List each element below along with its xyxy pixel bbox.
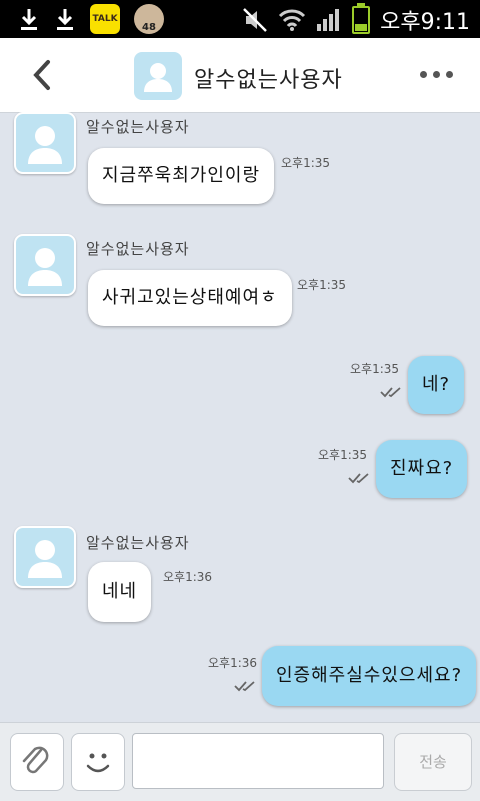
person-icon <box>28 248 62 286</box>
talk-badge-label: TALK <box>92 14 118 24</box>
message-time: 오후1:35 <box>318 448 368 462</box>
message-time: 오후1:35 <box>281 156 331 170</box>
sender-avatar[interactable] <box>14 526 76 588</box>
sender-name: 알수없는사용자 <box>86 534 190 552</box>
sender-name: 알수없는사용자 <box>86 240 190 258</box>
wifi-icon <box>279 9 306 31</box>
outgoing-message-bubble[interactable]: 진짜요? <box>376 440 468 498</box>
double-check-icon <box>348 473 369 484</box>
sender-avatar[interactable] <box>14 234 76 296</box>
send-button[interactable]: 전송 <box>394 733 472 791</box>
person-icon <box>28 126 62 164</box>
smiley-icon <box>86 753 110 773</box>
status-time: 오후9:11 <box>380 10 470 35</box>
message-time: 오후1:36 <box>163 570 213 584</box>
person-icon <box>144 63 172 92</box>
outgoing-message-bubble[interactable]: 인증해주실수있으세요? <box>262 646 477 706</box>
notification-badge: 48 <box>142 22 156 33</box>
incoming-message-bubble[interactable]: 네네 <box>88 562 152 622</box>
signal-icon <box>317 9 340 31</box>
sender-avatar[interactable] <box>14 112 76 174</box>
kakaotalk-icon: TALK <box>90 4 120 34</box>
message-input[interactable] <box>132 733 384 789</box>
message-list[interactable]: 알수없는사용자 지금쭈욱최가인이랑 오후1:35 알수없는사용자 사귀고있는상태… <box>0 112 480 722</box>
attach-button[interactable] <box>10 733 64 791</box>
chat-title: 알수없는사용자 <box>194 68 343 93</box>
back-chevron-icon[interactable] <box>28 58 58 92</box>
message-input-bar: 전송 <box>0 722 480 801</box>
paperclip-icon <box>22 746 49 774</box>
sender-name: 알수없는사용자 <box>86 118 190 136</box>
double-check-icon <box>234 681 255 692</box>
outgoing-message-bubble[interactable]: 네? <box>408 356 465 414</box>
download-icon <box>18 5 40 33</box>
message-time: 오후1:35 <box>350 362 400 376</box>
message-time: 오후1:36 <box>208 656 258 670</box>
contact-avatar[interactable] <box>134 52 182 100</box>
mute-icon <box>243 8 267 32</box>
emoji-button[interactable] <box>71 733 125 791</box>
double-check-icon <box>380 387 401 398</box>
status-bar: TALK 48 오후9:11 <box>0 0 480 38</box>
message-time: 오후1:35 <box>297 278 347 292</box>
battery-icon <box>352 3 371 34</box>
person-icon <box>28 540 62 578</box>
notification-avatar: 48 <box>134 4 164 34</box>
more-dots-icon[interactable] <box>420 64 460 84</box>
incoming-message-bubble[interactable]: 사귀고있는상태예여ㅎ <box>88 270 292 326</box>
download-icon <box>54 5 76 33</box>
chat-header: 알수없는사용자 <box>0 38 480 113</box>
incoming-message-bubble[interactable]: 지금쭈욱최가인이랑 <box>88 148 275 204</box>
